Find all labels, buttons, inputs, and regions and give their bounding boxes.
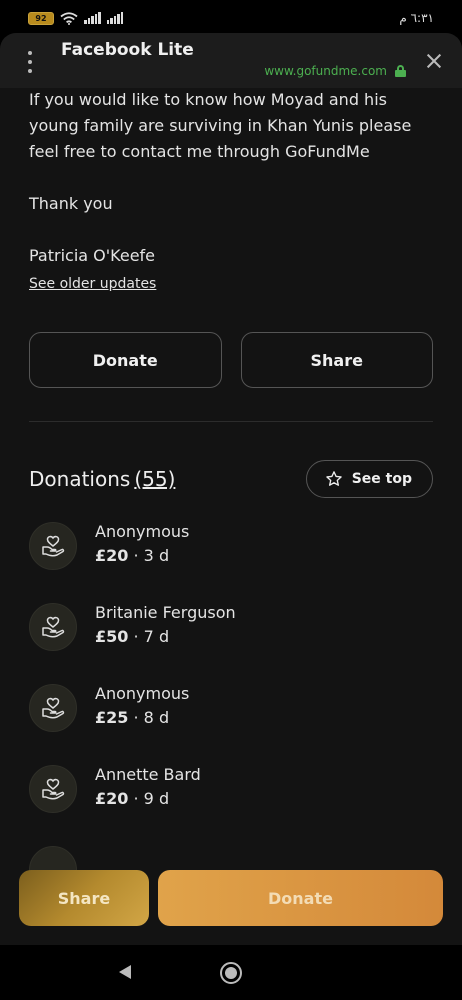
donation-amount: £25 <box>95 708 129 727</box>
see-top-button[interactable]: See top <box>305 460 433 498</box>
hand-heart-icon <box>29 684 77 732</box>
donation-item: Anonymous £20 · 3 d <box>29 520 433 601</box>
donation-text: Anonymous £20 · 3 d <box>95 520 189 568</box>
wifi-icon <box>60 11 78 25</box>
page-content[interactable]: If you would like to know how Moyad and … <box>0 88 462 945</box>
battery-level: 92 <box>35 13 47 23</box>
donation-time: 3 d <box>143 546 170 565</box>
share-button[interactable]: Share <box>240 332 433 388</box>
see-older-updates-link[interactable]: See older updates <box>29 276 156 292</box>
donations-title: Donations (55) <box>29 467 175 491</box>
browser-title: Facebook Lite <box>61 40 194 60</box>
donation-item: Anonymous £25 · 8 d <box>29 682 433 763</box>
url-text: www.gofundme.com <box>264 64 387 78</box>
donation-meta: £20 · 3 d <box>95 546 170 565</box>
donation-item: Britanie Ferguson £50 · 7 d <box>29 601 433 682</box>
donation-time: 7 d <box>143 627 170 646</box>
donor-name: Anonymous <box>95 684 190 703</box>
signal-icon <box>84 12 101 24</box>
donation-meta: £50 · 7 d <box>95 627 170 646</box>
back-icon[interactable] <box>119 965 131 979</box>
update-thanks: Thank you <box>29 194 113 213</box>
hand-heart-icon <box>29 522 77 570</box>
status-indicators: 92 <box>28 11 123 25</box>
donation-text: Annette Bard £20 · 9 d <box>95 763 201 811</box>
donor-name: Anonymous <box>95 522 190 541</box>
browser-toolbar: Facebook Lite www.gofundme.com <box>0 33 462 88</box>
kebab-menu-icon[interactable] <box>25 51 35 73</box>
donation-item: Annette Bard £20 · 9 d <box>29 763 433 844</box>
update-paragraph: If you would like to know how Moyad and … <box>29 90 412 161</box>
battery-icon: 92 <box>28 11 54 25</box>
signal-icon-2 <box>106 12 123 24</box>
donation-meta: £25 · 8 d <box>95 708 170 727</box>
donate-cta-button[interactable]: Donate <box>158 870 443 926</box>
donation-time: 8 d <box>143 708 170 727</box>
donations-list: Anonymous £20 · 3 d Britanie Ferguson £5… <box>29 520 433 925</box>
status-time: ٦:٣١ م <box>399 11 434 25</box>
donor-name: Annette Bard <box>95 765 201 784</box>
system-nav-bar <box>0 945 462 1000</box>
update-signature: Patricia O'Keefe <box>29 246 156 265</box>
share-cta-button[interactable]: Share <box>19 870 149 926</box>
action-buttons: Donate Share <box>29 332 433 388</box>
donations-count[interactable]: (55) <box>134 467 175 491</box>
close-icon[interactable] <box>425 52 443 70</box>
donations-header: Donations (55) See top <box>29 460 433 498</box>
see-top-label: See top <box>351 471 412 487</box>
donation-time: 9 d <box>143 789 170 808</box>
browser-url[interactable]: www.gofundme.com <box>264 64 406 78</box>
status-bar: 92 ٦:٣١ م <box>0 0 462 36</box>
lock-icon <box>395 65 406 77</box>
donation-text: Anonymous £25 · 8 d <box>95 682 189 730</box>
donation-text: Britanie Ferguson £50 · 7 d <box>95 601 236 649</box>
browser-sheet: Facebook Lite www.gofundme.com If you wo… <box>0 33 462 945</box>
home-icon[interactable] <box>220 962 242 984</box>
hand-heart-icon <box>29 765 77 813</box>
donation-amount: £50 <box>95 627 129 646</box>
donations-title-text: Donations <box>29 467 131 491</box>
divider <box>29 421 433 422</box>
donate-button[interactable]: Donate <box>29 332 222 388</box>
donor-name: Britanie Ferguson <box>95 603 236 622</box>
star-outline-icon <box>325 471 342 486</box>
donation-meta: £20 · 9 d <box>95 789 170 808</box>
hand-heart-icon <box>29 603 77 651</box>
donation-amount: £20 <box>95 546 129 565</box>
donation-amount: £20 <box>95 789 129 808</box>
